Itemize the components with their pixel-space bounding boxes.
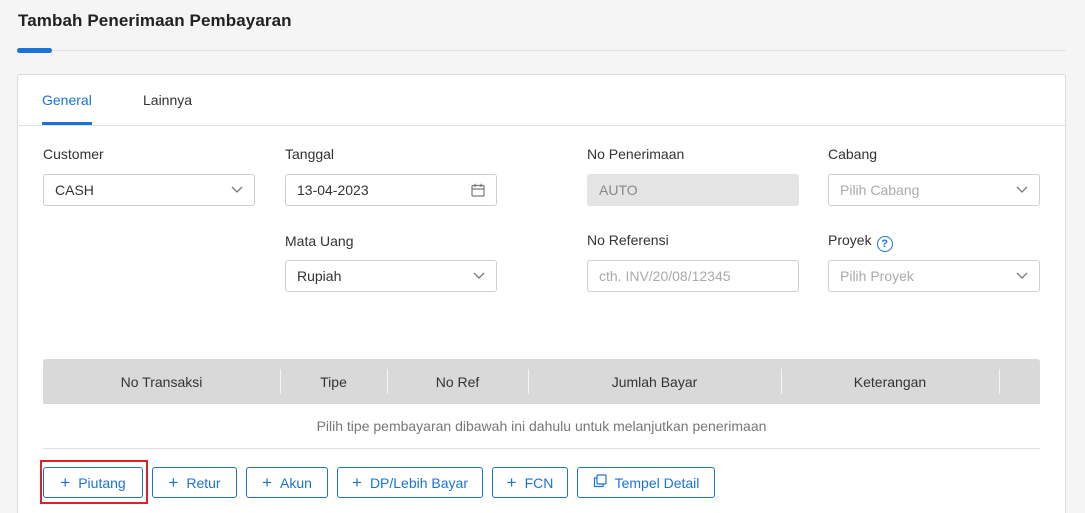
proyek-label-wrap: Proyek? [828,232,893,252]
mata-uang-select[interactable]: Rupiah [285,260,497,292]
col-no-ref: No Ref [435,373,480,390]
no-referensi-input[interactable]: cth. INV/20/08/12345 [587,260,799,292]
add-dp-lebih-bayar-label: DP/Lebih Bayar [369,474,468,491]
cabang-label: Cabang [828,146,878,162]
calendar-icon[interactable] [471,183,485,197]
col-keterangan: Keterangan [853,373,927,390]
chevron-down-icon [1016,186,1028,194]
add-retur-label: Retur [186,474,221,491]
tanggal-date-input[interactable]: 13-04-2023 [285,174,497,206]
page-title: Tambah Penerimaan Pembayaran [18,11,292,30]
no-referensi-label: No Referensi [587,232,669,248]
mata-uang-value: Rupiah [297,268,342,284]
cabang-placeholder: Pilih Cabang [840,182,920,198]
tempel-detail-label: Tempel Detail [614,474,700,491]
mata-uang-label: Mata Uang [285,233,354,249]
tab-bar: General Lainnya [18,75,1065,126]
chevron-down-icon [231,186,243,194]
copy-icon [593,474,607,491]
help-icon[interactable]: ? [876,236,893,252]
col-tipe: Tipe [320,373,347,390]
plus-icon: + [352,473,362,492]
customer-label: Customer [43,146,104,162]
col-divider [999,369,1000,394]
tab-general[interactable]: General [42,92,92,108]
proyek-select[interactable]: Pilih Proyek [828,260,1040,292]
table-empty-message: Pilih tipe pembayaran dibawah ini dahulu… [43,404,1040,449]
plus-icon: + [168,473,179,492]
tanggal-value: 13-04-2023 [297,182,369,198]
tempel-detail-button[interactable]: Tempel Detail [577,467,715,498]
add-retur-button[interactable]: + Retur [152,467,237,498]
title-accent-bar [17,48,52,53]
add-piutang-button[interactable]: + Piutang [43,467,143,498]
cabang-select[interactable]: Pilih Cabang [828,174,1040,206]
title-divider [18,50,1066,51]
no-penerimaan-input: AUTO [587,174,799,206]
add-fcn-label: FCN [524,474,554,491]
table-header: No Transaksi Tipe No Ref Jumlah Bayar Ke… [43,359,1040,404]
tab-lainnya[interactable]: Lainnya [143,92,192,108]
plus-icon: + [506,473,517,492]
plus-icon: + [262,473,272,492]
chevron-down-icon [473,272,485,280]
no-referensi-placeholder: cth. INV/20/08/12345 [599,268,731,284]
add-akun-button[interactable]: + Akun [246,467,328,498]
chevron-down-icon [1016,272,1028,280]
proyek-placeholder: Pilih Proyek [840,268,914,284]
add-dp-lebih-bayar-button[interactable]: + DP/Lebih Bayar [337,467,483,498]
customer-value: CASH [55,182,94,198]
customer-select[interactable]: CASH [43,174,255,206]
col-no-transaksi: No Transaksi [120,373,203,390]
add-fcn-button[interactable]: + FCN [492,467,568,498]
no-penerimaan-value: AUTO [599,182,638,198]
proyek-label: Proyek [828,232,872,248]
add-akun-label: Akun [280,474,312,491]
plus-icon: + [60,473,71,492]
form-card: General Lainnya Customer CASH Tanggal 13… [17,74,1066,513]
add-piutang-label: Piutang [78,474,126,491]
active-tab-indicator [42,122,92,125]
no-penerimaan-label: No Penerimaan [587,146,685,162]
col-jumlah-bayar: Jumlah Bayar [611,373,698,390]
tanggal-label: Tanggal [285,146,335,162]
